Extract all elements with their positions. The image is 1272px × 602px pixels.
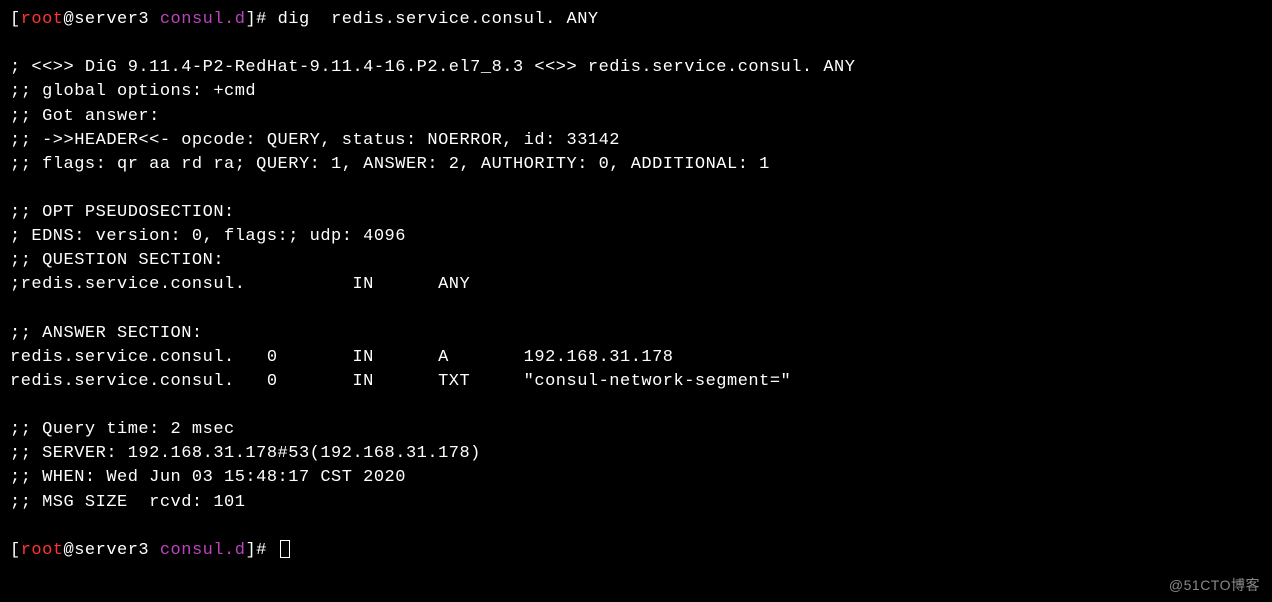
output-line: ;; Query time: 2 msec	[10, 420, 235, 439]
prompt-user: root	[21, 541, 64, 560]
cursor-icon	[280, 540, 290, 558]
command-text: dig redis.service.consul. ANY	[278, 10, 599, 29]
output-line: ;; ->>HEADER<<- opcode: QUERY, status: N…	[10, 131, 620, 150]
output-line: ; EDNS: version: 0, flags:; udp: 4096	[10, 227, 406, 246]
output-line: ;; QUESTION SECTION:	[10, 251, 224, 270]
bracket-close: ]#	[245, 541, 277, 560]
bracket-open: [	[10, 541, 21, 560]
prompt-dir: consul.d	[160, 541, 246, 560]
prompt-user: root	[21, 10, 64, 29]
output-line: ;; SERVER: 192.168.31.178#53(192.168.31.…	[10, 444, 481, 463]
bracket-open: [	[10, 10, 21, 29]
prompt-line-2[interactable]: [root@server3 consul.d]#	[10, 539, 1262, 563]
output-line: ;; MSG SIZE rcvd: 101	[10, 493, 245, 512]
output-line: redis.service.consul. 0 IN A 192.168.31.…	[10, 348, 674, 367]
output-line: redis.service.consul. 0 IN TXT "consul-n…	[10, 372, 791, 391]
terminal-output[interactable]: [root@server3 consul.d]# dig redis.servi…	[10, 8, 1262, 563]
watermark-text: @51CTO博客	[1169, 576, 1260, 596]
output-line: ;; global options: +cmd	[10, 82, 256, 101]
prompt-host: @server3	[64, 541, 160, 560]
prompt-dir: consul.d	[160, 10, 246, 29]
output-line: ;; WHEN: Wed Jun 03 15:48:17 CST 2020	[10, 468, 406, 487]
output-line: ;; Got answer:	[10, 107, 160, 126]
output-line: ;; OPT PSEUDOSECTION:	[10, 203, 235, 222]
output-line: ;; ANSWER SECTION:	[10, 324, 203, 343]
output-line: ;redis.service.consul. IN ANY	[10, 275, 470, 294]
bracket-close: ]#	[245, 10, 277, 29]
output-line: ;; flags: qr aa rd ra; QUERY: 1, ANSWER:…	[10, 155, 770, 174]
prompt-host: @server3	[64, 10, 160, 29]
output-line: ; <<>> DiG 9.11.4-P2-RedHat-9.11.4-16.P2…	[10, 58, 855, 77]
prompt-line-1: [root@server3 consul.d]# dig redis.servi…	[10, 8, 1262, 32]
